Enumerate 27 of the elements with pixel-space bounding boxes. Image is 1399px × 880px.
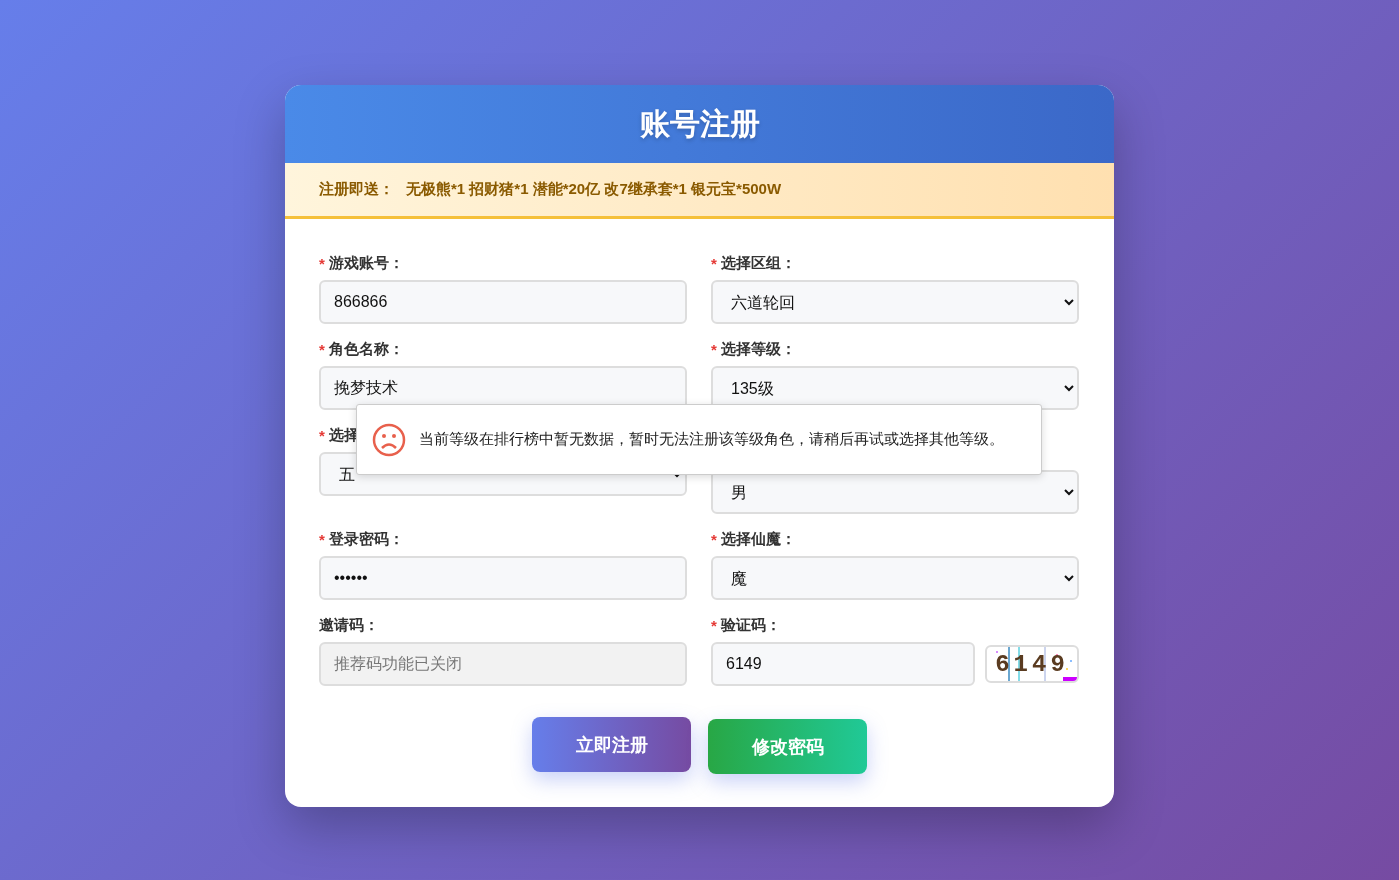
- field-label: 选择等级：: [720, 339, 796, 359]
- required-mark: *: [319, 254, 325, 272]
- required-mark: *: [319, 340, 325, 358]
- action-button[interactable]: 立即注册: [532, 717, 691, 772]
- input-field[interactable]: ••••••: [319, 556, 687, 600]
- toast-message: 当前等级在排行榜中暂无数据，暂时无法注册该等级角色，请稍后再试或选择其他等级。: [419, 430, 1004, 449]
- field-label: 选择区组：: [720, 253, 796, 273]
- sad-face-icon: [372, 422, 406, 457]
- select-field[interactable]: 六道轮回: [711, 280, 1079, 324]
- required-mark: *: [711, 254, 717, 272]
- select-field[interactable]: 魔: [711, 556, 1079, 600]
- required-mark: *: [711, 530, 717, 548]
- field-label: 角色名称：: [328, 339, 404, 359]
- notice-label: 注册即送：: [319, 180, 394, 199]
- field-label: 验证码：: [720, 615, 781, 635]
- required-mark: *: [711, 340, 717, 358]
- field-label: 邀请码：: [319, 615, 379, 635]
- input-field[interactable]: 6149: [711, 642, 975, 686]
- field-label: 游戏账号：: [328, 253, 404, 273]
- required-mark: *: [319, 426, 325, 444]
- field-label: 登录密码：: [328, 529, 404, 549]
- field-label: 选择仙魔：: [720, 529, 796, 549]
- input-field[interactable]: 866866: [319, 280, 687, 324]
- required-mark: *: [711, 616, 717, 634]
- required-mark: *: [319, 530, 325, 548]
- page-title: 账号注册: [639, 105, 760, 142]
- notice-text: 无极熊*1 招财猪*1 潜能*20亿 改7继承套*1 银元宝*500W: [406, 180, 782, 199]
